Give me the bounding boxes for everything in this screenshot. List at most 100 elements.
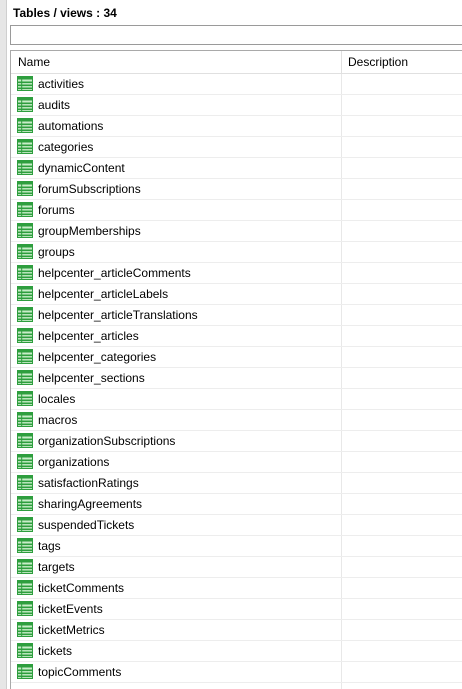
table-name: groups [38,245,75,259]
table-row[interactable]: sharingAgreements [11,494,462,515]
cell-description [342,284,462,304]
table-row[interactable]: helpcenter_articleTranslations [11,305,462,326]
table-row[interactable]: macros [11,410,462,431]
table-icon [17,202,33,217]
cell-description [342,494,462,514]
cell-name: forums [11,200,342,220]
table-name: audits [38,98,71,112]
table-row[interactable]: helpcenter_articleLabels [11,284,462,305]
cell-name: macros [11,410,342,430]
cell-description [342,74,462,94]
table-row[interactable]: groupMemberships [11,221,462,242]
cell-description [342,536,462,556]
table-row[interactable]: satisfactionRatings [11,473,462,494]
table-row[interactable]: forumSubscriptions [11,179,462,200]
table-icon [17,244,33,259]
tables-grid[interactable]: Name Description activities audits automat… [10,50,462,689]
table-row[interactable]: locales [11,389,462,410]
table-name: helpcenter_articles [38,329,139,343]
table-row[interactable]: audits [11,95,462,116]
column-header-name[interactable]: Name [11,51,342,73]
table-name: locales [38,392,76,406]
cell-name: forumSubscriptions [11,179,342,199]
table-icon [17,265,33,280]
cell-name: ticketComments [11,578,342,598]
table-icon [17,517,33,532]
cell-name: groupMemberships [11,221,342,241]
cell-description [342,116,462,136]
cell-name: suspendedTickets [11,515,342,535]
cell-name: automations [11,116,342,136]
table-row[interactable]: helpcenter_articles [11,326,462,347]
table-row[interactable]: helpcenter_categories [11,347,462,368]
panel-left-border [0,0,7,689]
cell-name: locales [11,389,342,409]
table-icon [17,664,33,679]
table-icon [17,349,33,364]
cell-description [342,452,462,472]
table-row[interactable] [11,683,462,689]
table-name: helpcenter_articleLabels [38,287,169,301]
table-name: tickets [38,644,73,658]
table-row[interactable]: automations [11,116,462,137]
table-row[interactable]: ticketEvents [11,599,462,620]
table-row[interactable]: activities [11,74,462,95]
table-icon [17,328,33,343]
table-name: organizationSubscriptions [38,434,176,448]
table-name: dynamicContent [38,161,125,175]
table-row[interactable]: forums [11,200,462,221]
cell-description [342,242,462,262]
cell-name: helpcenter_articleLabels [11,284,342,304]
cell-name: organizationSubscriptions [11,431,342,451]
cell-description [342,263,462,283]
filter-input[interactable] [10,25,462,45]
table-name: groupMemberships [38,224,141,238]
cell-description [342,410,462,430]
table-name: tags [38,539,61,553]
table-icon [17,181,33,196]
table-row[interactable]: ticketComments [11,578,462,599]
table-icon [17,307,33,322]
table-row[interactable]: helpcenter_sections [11,368,462,389]
cell-name: sharingAgreements [11,494,342,514]
table-row[interactable]: ticketMetrics [11,620,462,641]
table-row[interactable]: organizations [11,452,462,473]
table-name: helpcenter_sections [38,371,145,385]
cell-description [342,158,462,178]
table-row[interactable]: helpcenter_articleComments [11,263,462,284]
cell-description [342,137,462,157]
table-row[interactable]: suspendedTickets [11,515,462,536]
table-icon [17,433,33,448]
table-name: forums [38,203,75,217]
table-icon [17,622,33,637]
cell-name: groups [11,242,342,262]
table-row[interactable]: tickets [11,641,462,662]
cell-name: tags [11,536,342,556]
cell-name: activities [11,74,342,94]
cell-name: ticketEvents [11,599,342,619]
table-row[interactable]: organizationSubscriptions [11,431,462,452]
cell-description [342,221,462,241]
table-row[interactable]: categories [11,137,462,158]
table-row[interactable]: groups [11,242,462,263]
cell-description [342,305,462,325]
table-icon [17,160,33,175]
table-name: helpcenter_articleTranslations [38,308,198,322]
table-name: automations [38,119,104,133]
cell-description [342,179,462,199]
table-icon [17,139,33,154]
cell-name: helpcenter_articleComments [11,263,342,283]
cell-name: categories [11,137,342,157]
cell-description [342,95,462,115]
table-row[interactable]: tags [11,536,462,557]
cell-description [342,557,462,577]
column-header-description[interactable]: Description [342,51,462,73]
cell-name: helpcenter_articleTranslations [11,305,342,325]
cell-name: audits [11,95,342,115]
cell-description [342,347,462,367]
table-row[interactable]: targets [11,557,462,578]
table-row[interactable]: dynamicContent [11,158,462,179]
table-name: organizations [38,455,110,469]
table-row[interactable]: topicComments [11,662,462,683]
table-name: forumSubscriptions [38,182,141,196]
